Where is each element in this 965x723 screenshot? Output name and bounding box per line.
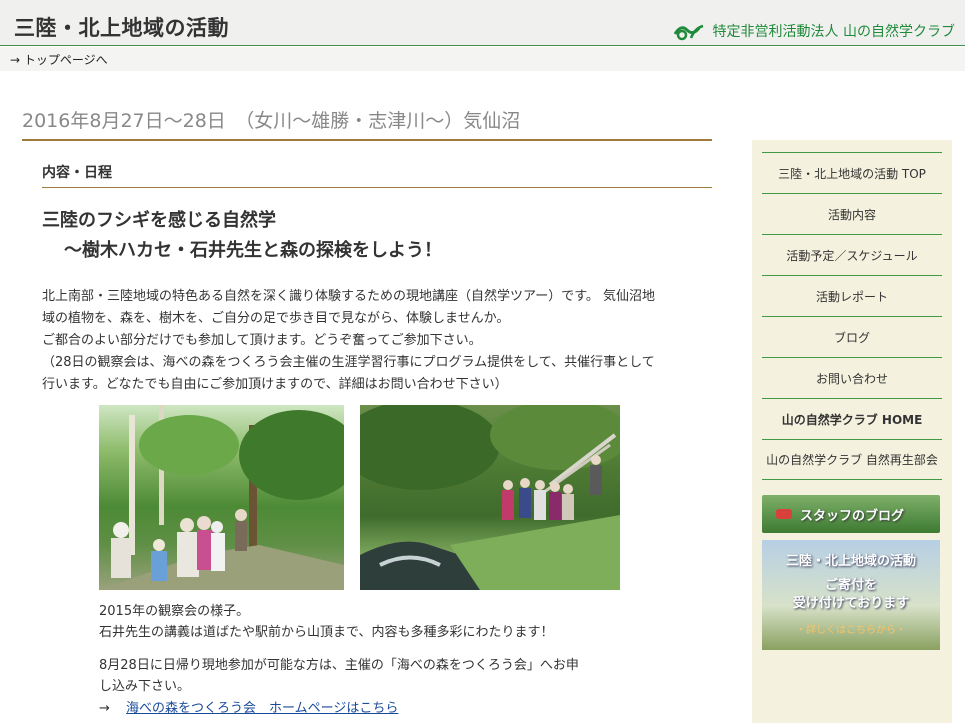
sidebar-item-schedule[interactable]: 活動予定／スケジュール [762,234,942,275]
club-logo-icon [673,24,703,41]
site-title: 三陸・北上地域の活動 [14,16,229,40]
intro-line: （28日の観察会は、海べの森をつくろう会主催の生涯学習行事にプログラム提供をして… [42,355,655,370]
sidebar-item-activities[interactable]: 活動内容 [762,193,942,234]
sidebar-item-restoration[interactable]: 山の自然学クラブ 自然再生部会 [762,439,942,480]
sidebar-item-contact[interactable]: お問い合わせ [762,357,942,398]
org-branding[interactable]: 特定非営利活動法人 山の自然学クラブ [673,20,955,42]
site-header: 三陸・北上地域の活動 特定非営利活動法人 山の自然学クラブ [0,0,965,46]
forest-walk-photo [99,405,344,590]
note-line: 8月28日に日帰り現地参加が可能な方は、主催の「海べの森をつくろう会」へお申 [99,658,579,673]
intro-text: 北上南部・三陸地域の特色ある自然を深く識り体験するための現地講座（自然学ツアー）… [42,286,708,396]
donation-line: ご寄付を [824,578,877,593]
donation-banner-title: 三陸・北上地域の活動 [785,554,916,569]
sidebar-item-blog[interactable]: ブログ [762,316,942,357]
intro-line: ご都合のよい部分だけでも参加して頂けます。どうぞ奮ってご参加下さい。 [42,333,482,348]
stream-observation-illustration [360,405,620,590]
intro-line: 域の植物を、森を、樹木を、ご自分の足で歩き目で見ながら、体験しませんか。 [42,311,510,326]
donation-more-link: ・詳しくはこちらから・ [796,625,906,636]
sidebar-item-reports[interactable]: 活動レポート [762,275,942,316]
section-label: 内容・日程 [42,162,712,188]
donation-line: 受け付けております [792,596,910,611]
intro-line: 北上南部・三陸地域の特色ある自然を深く識り体験するための現地講座（自然学ツアー）… [42,289,656,304]
sidebar-nav: 三陸・北上地域の活動 TOP 活動内容 活動予定／スケジュール 活動レポート ブ… [762,152,942,480]
sidebar-item-top[interactable]: 三陸・北上地域の活動 TOP [762,152,942,193]
page-heading: 2016年8月27日～28日 （女川～雄勝・志津川～）気仙沼 [22,106,712,141]
sidebar-item-club-home[interactable]: 山の自然学クラブ HOME [762,398,942,439]
donation-banner[interactable]: 三陸・北上地域の活動 ご寄付を 受け付けております ・詳しくはこちらから・ [762,540,940,650]
staff-blog-banner[interactable]: スタッフのブログ [762,495,940,533]
forest-walk-illustration [99,405,344,590]
intro-line: 行います。どなたでも自由にご参加頂けますので、詳細はお問い合わせ下さい） [42,377,508,392]
external-link-line: → 海べの森をつくろう会 ホームページはこちら [99,697,398,716]
photo-caption: 2015年の観察会の様子。 石井先生の講義は道ばたや駅前から山頂まで、内容も多種… [99,601,699,643]
participation-note: 8月28日に日帰り現地参加が可能な方は、主催の「海べの森をつくろう会」へお申 し… [99,655,629,697]
staff-blog-label: スタッフのブログ [800,508,905,524]
arrow-right-icon [776,509,792,519]
link-arrow: → [99,701,110,716]
top-page-link[interactable]: → トップページへ [10,51,108,68]
breadcrumb-bar: → トップページへ [0,47,965,71]
caption-line: 2015年の観察会の様子。 [99,604,250,619]
event-subtitle: ～樹木ハカセ・石井先生と森の探検をしよう！ [64,240,442,261]
umibe-mori-homepage-link[interactable]: 海べの森をつくろう会 ホームページはこちら [126,701,398,716]
donation-banner-text: ご寄付を 受け付けております [762,577,940,613]
caption-line: 石井先生の講義は道ばたや駅前から山頂まで、内容も多種多彩にわたります！ [99,625,554,640]
note-line: し込み下さい。 [99,679,191,694]
event-title: 三陸のフシギを感じる自然学 [42,210,276,231]
org-name: 特定非営利活動法人 山の自然学クラブ [712,24,955,40]
stream-observation-photo [360,405,620,590]
